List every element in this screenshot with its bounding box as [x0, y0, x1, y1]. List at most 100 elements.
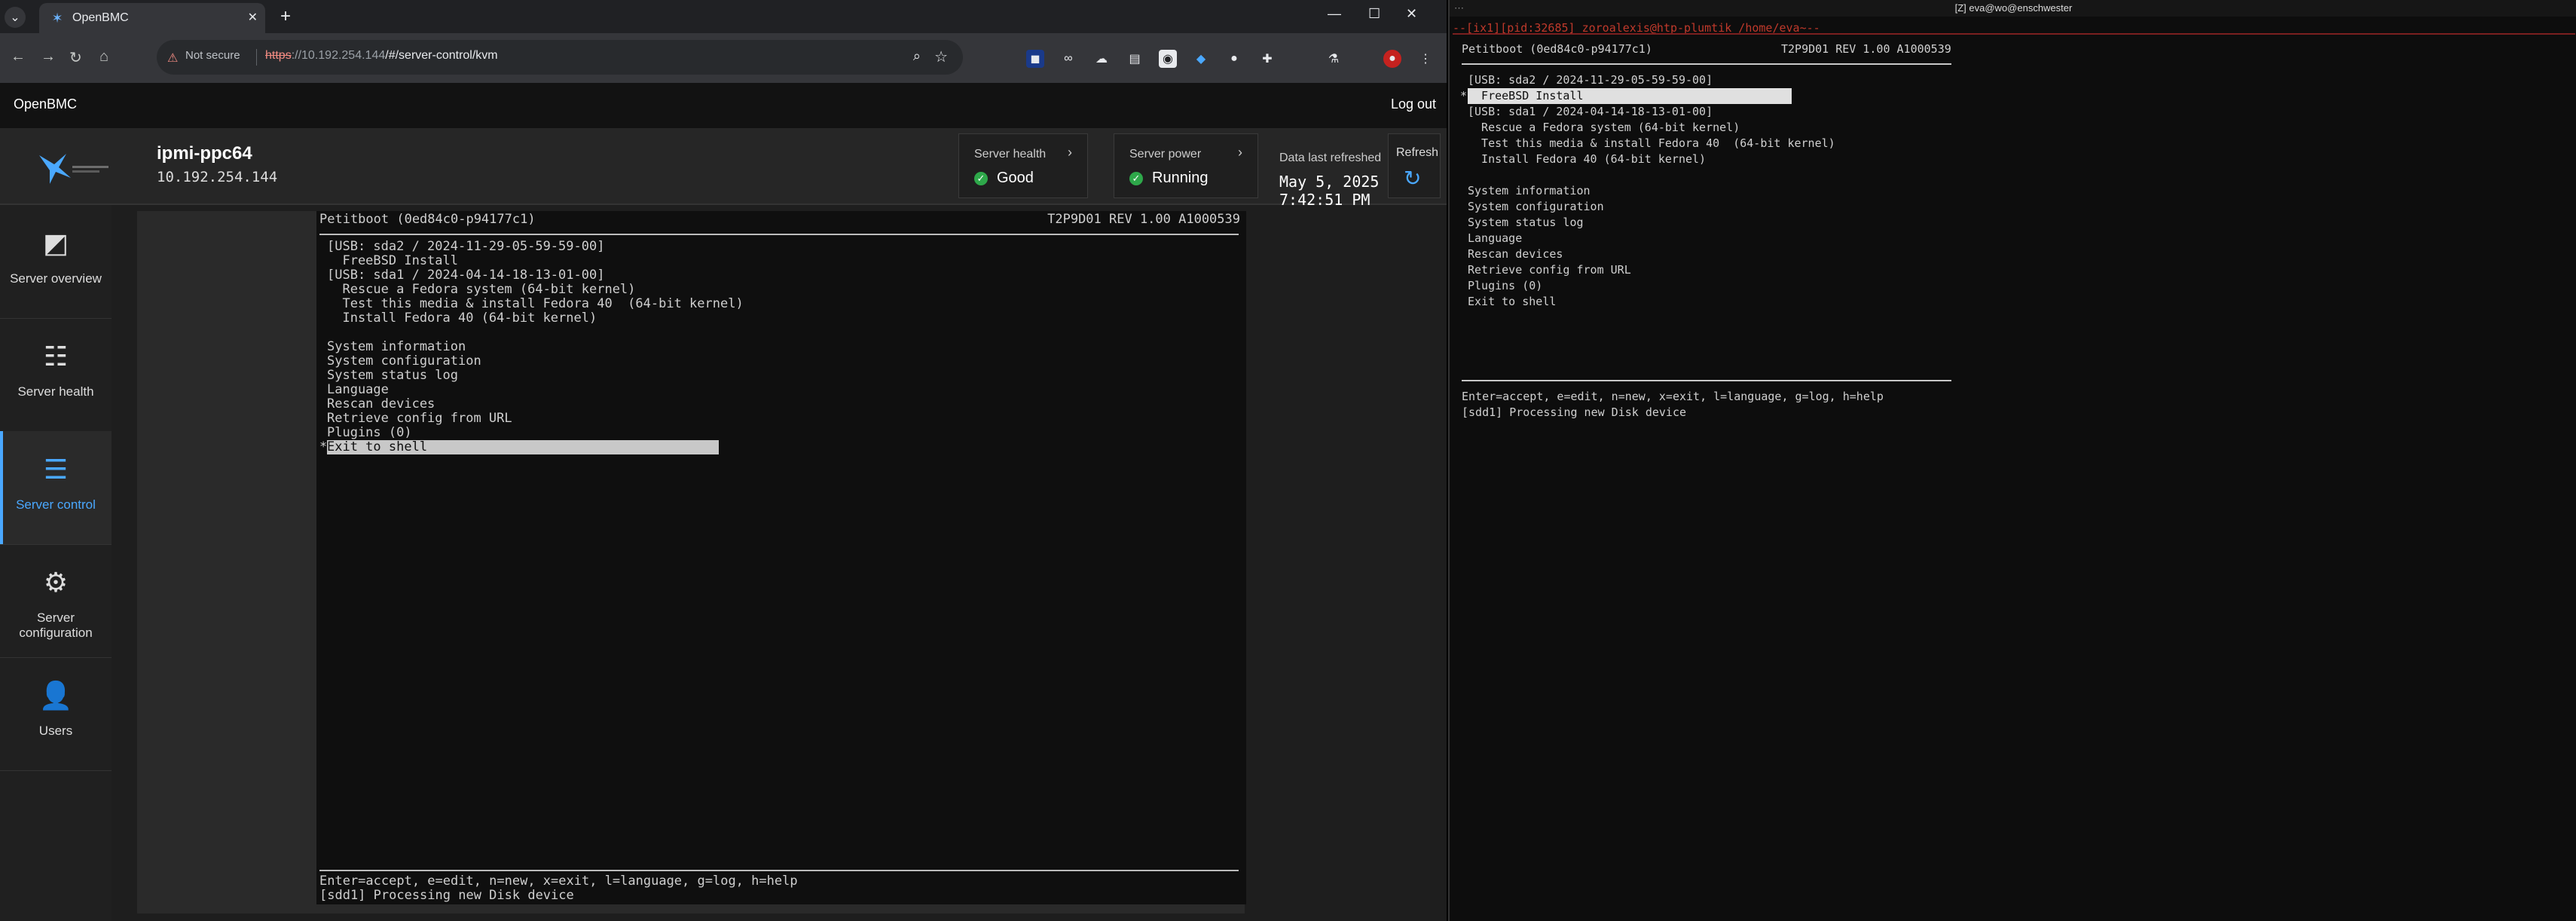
term-menu-line-selected[interactable]: FreeBSD Install: [1468, 88, 1792, 104]
kvm-menu-line[interactable]: System information: [327, 340, 466, 354]
kvm-cursor-marker: *: [319, 439, 328, 454]
clipboard-icon: ☷: [43, 341, 69, 372]
terminal-menu-icon[interactable]: ⋯: [1454, 0, 1464, 17]
refresh-button[interactable]: Refresh ↻: [1388, 133, 1441, 198]
term-menu-line[interactable]: Install Fedora 40 (64-bit kernel): [1468, 151, 1706, 167]
kvm-menu-line[interactable]: Rescan devices: [327, 397, 435, 412]
browser-menu-icon[interactable]: ⋮: [1416, 50, 1435, 68]
nav-label: Users: [38, 724, 73, 738]
extension-cloud-icon[interactable]: ☁: [1092, 50, 1111, 68]
kvm-menu-line[interactable]: Retrieve config from URL: [327, 412, 512, 426]
browser-toolbar: ← → ↻ ⌂ ⚠ Not secure https://10.192.254.…: [0, 33, 1447, 83]
close-window-icon[interactable]: ✕: [1406, 6, 1417, 22]
term-menu-line[interactable]: [USB: sda2 / 2024-11-29-05-59-59-00]: [1468, 72, 1713, 88]
term-menu-line[interactable]: System information: [1468, 183, 1591, 199]
term-cursor-marker: *: [1460, 89, 1468, 103]
terminal-titlebar: ⋯ [Z] eva@wo@enschwester: [1450, 0, 2576, 17]
sliders-icon: ☰: [43, 454, 69, 485]
term-bottom-rule: [1462, 380, 1951, 381]
extensions-menu-icon[interactable]: ✚: [1258, 50, 1276, 68]
kvm-menu-line-selected[interactable]: Exit to shell: [327, 440, 719, 454]
host-ip: 10.192.254.144: [157, 169, 278, 185]
refresh-label: Refresh: [1396, 146, 1439, 159]
nav-users[interactable]: 👤 Users: [0, 657, 112, 771]
extension-shield-icon[interactable]: ◆: [1192, 50, 1210, 68]
reload-icon[interactable]: ↻: [69, 48, 82, 67]
nav-server-overview[interactable]: ◩ Server overview: [0, 205, 112, 319]
nav-server-configuration[interactable]: ⚙ Server configuration: [0, 544, 112, 658]
term-menu-line[interactable]: [USB: sda1 / 2024-04-14-18-13-01-00]: [1468, 104, 1713, 120]
check-circle-icon: ✓: [1129, 172, 1143, 185]
zoom-icon[interactable]: ⌕: [913, 48, 921, 64]
term-menu-line[interactable]: Test this media & install Fedora 40 (64-…: [1468, 136, 1835, 151]
extension-bitwarden-icon[interactable]: ◼: [1026, 50, 1044, 68]
term-menu-line[interactable]: Retrieve config from URL: [1468, 262, 1631, 278]
url-text[interactable]: https://10.192.254.144/#/server-control/…: [265, 49, 498, 63]
server-health-card[interactable]: Server health › ✓ Good: [958, 133, 1088, 198]
browser-tab[interactable]: ✶ OpenBMC ✕: [39, 3, 265, 33]
extension-puzzle-box-icon[interactable]: ◉: [1159, 50, 1177, 68]
extension-glasses-icon[interactable]: ∞: [1059, 50, 1077, 68]
bookmark-star-icon[interactable]: ☆: [934, 47, 948, 66]
forward-icon[interactable]: →: [41, 48, 56, 66]
chevron-right-icon: ›: [1068, 145, 1072, 160]
nav-server-control[interactable]: ☰ Server control: [0, 431, 112, 545]
nav-label: Server control: [16, 497, 96, 512]
kvm-top-rule: [319, 234, 1239, 235]
kvm-menu-line[interactable]: Plugins (0): [327, 426, 412, 440]
term-menu-line[interactable]: System status log: [1468, 215, 1584, 231]
extension-dot-icon[interactable]: ●: [1225, 50, 1243, 68]
check-circle-icon: ✓: [974, 172, 988, 185]
term-menu-line[interactable]: Rescan devices: [1468, 246, 1563, 262]
omnibox-divider: [256, 49, 257, 66]
nav-server-health[interactable]: ☷ Server health: [0, 318, 112, 432]
term-menu-line[interactable]: Rescue a Fedora system (64-bit kernel): [1468, 120, 1740, 136]
tab-bar: ⌄ ✶ OpenBMC ✕ + — ☐ ✕: [0, 0, 1447, 33]
tab-search-icon[interactable]: ⌄: [5, 7, 26, 28]
data-refreshed: Data last refreshed May 5, 2025 7:42:51 …: [1278, 133, 1383, 227]
term-menu-line[interactable]: Exit to shell: [1468, 294, 1556, 310]
url-host: ://10.192.254.144: [291, 49, 386, 62]
new-tab-icon[interactable]: +: [280, 6, 291, 27]
kvm-screen[interactable]: Petitboot (0ed84c0-p94177c1) T2P9D01 REV…: [316, 211, 1246, 904]
kvm-menu-line[interactable]: Language: [327, 383, 389, 397]
kvm-menu-line[interactable]: [USB: sda1 / 2024-04-14-18-13-01-00]: [327, 268, 604, 283]
profile-avatar-icon[interactable]: ●: [1383, 50, 1401, 68]
close-tab-icon[interactable]: ✕: [248, 10, 258, 25]
extension-reader-icon[interactable]: ▤: [1126, 50, 1144, 68]
openbmc-favicon-icon: ✶: [51, 11, 63, 26]
term-footer-help: Enter=accept, e=edit, n=new, x=exit, l=l…: [1462, 390, 1884, 403]
url-path: /#/server-control/kvm: [385, 49, 498, 62]
kvm-menu-line[interactable]: System status log: [327, 369, 458, 383]
term-menu-line[interactable]: Plugins (0): [1468, 278, 1542, 294]
address-bar[interactable]: ⚠ Not secure https://10.192.254.144/#/se…: [157, 40, 963, 75]
back-icon[interactable]: ←: [11, 48, 26, 66]
kvm-menu-line[interactable]: Install Fedora 40 (64-bit kernel): [327, 311, 597, 326]
server-power-label: Server power: [1129, 148, 1202, 161]
nav-label: Server configuration: [19, 610, 93, 640]
terminal-title: [Z] eva@wo@enschwester: [1954, 2, 2073, 14]
kvm-menu-line[interactable]: [USB: sda2 / 2024-11-29-05-59-59-00]: [327, 240, 604, 254]
gear-icon: ⚙: [43, 567, 69, 598]
kvm-footer-help: Enter=accept, e=edit, n=new, x=exit, l=l…: [319, 874, 798, 889]
refresh-icon: ↻: [1404, 167, 1422, 190]
host-name: ipmi-ppc64: [157, 143, 252, 164]
term-menu-line[interactable]: Language: [1468, 231, 1522, 246]
kvm-bottom-rule: [319, 870, 1239, 871]
term-menu-line[interactable]: System configuration: [1468, 199, 1604, 215]
kvm-menu-line[interactable]: Test this media & install Fedora 40 (64-…: [327, 297, 743, 311]
kvm-footer-status: [sdd1] Processing new Disk device: [319, 888, 574, 903]
maximize-icon[interactable]: ☐: [1368, 6, 1380, 22]
minimize-icon[interactable]: —: [1328, 6, 1341, 22]
kvm-menu-line[interactable]: System configuration: [327, 354, 481, 369]
security-label[interactable]: Not secure: [185, 49, 240, 62]
kvm-header-left: Petitboot (0ed84c0-p94177c1): [319, 212, 536, 227]
server-power-card[interactable]: Server power › ✓ Running: [1114, 133, 1258, 198]
kvm-menu-line[interactable]: Rescue a Fedora system (64-bit kernel): [327, 283, 635, 297]
labs-flask-icon[interactable]: ⚗: [1325, 50, 1343, 68]
logout-button[interactable]: Log out: [1391, 96, 1436, 112]
home-icon[interactable]: ⌂: [99, 48, 108, 66]
kvm-menu-line[interactable]: FreeBSD Install: [327, 254, 458, 268]
chart-icon: ◩: [42, 228, 69, 259]
term-header-right: T2P9D01 REV 1.00 A1000539: [1781, 42, 1951, 56]
